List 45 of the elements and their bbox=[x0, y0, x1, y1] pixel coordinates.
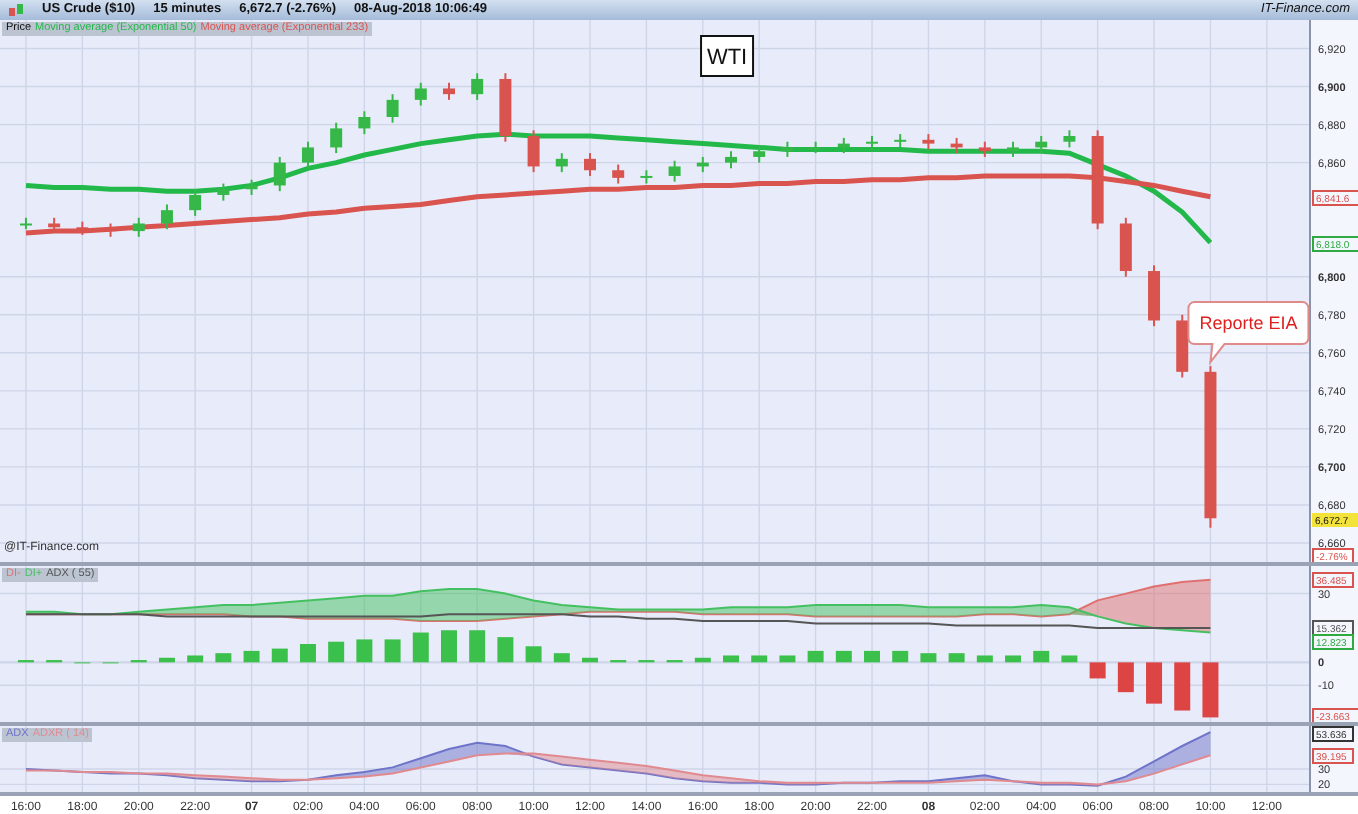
candle bbox=[132, 216, 145, 238]
candle bbox=[809, 140, 822, 155]
candle bbox=[753, 144, 766, 164]
candle bbox=[160, 203, 173, 231]
candle bbox=[922, 133, 935, 151]
candle bbox=[725, 150, 737, 170]
candle bbox=[640, 169, 653, 185]
candle bbox=[866, 135, 878, 151]
candle bbox=[104, 222, 117, 238]
candle bbox=[950, 136, 963, 155]
candle bbox=[612, 163, 625, 185]
candle bbox=[358, 110, 371, 136]
candle bbox=[1035, 135, 1048, 155]
candle bbox=[555, 152, 568, 174]
candle bbox=[781, 140, 794, 158]
candle bbox=[189, 188, 202, 217]
candle bbox=[443, 81, 455, 101]
candle bbox=[330, 121, 343, 155]
candle bbox=[1119, 216, 1132, 278]
candle bbox=[217, 182, 230, 202]
candle bbox=[584, 152, 596, 177]
candle bbox=[978, 140, 991, 158]
candle bbox=[1176, 313, 1189, 379]
candle bbox=[1148, 264, 1161, 328]
candle bbox=[414, 81, 427, 107]
candle bbox=[386, 93, 399, 124]
candle bbox=[696, 155, 709, 174]
candle bbox=[894, 133, 907, 149]
candle bbox=[48, 216, 61, 234]
candle bbox=[527, 129, 540, 174]
chart-title: WTI bbox=[700, 35, 755, 77]
candles-icon bbox=[8, 2, 24, 18]
candle bbox=[668, 159, 681, 183]
candle bbox=[301, 140, 314, 170]
candle bbox=[19, 216, 32, 231]
callout: Reporte EIA bbox=[1187, 301, 1310, 364]
candle bbox=[837, 136, 850, 155]
candle bbox=[1007, 140, 1020, 158]
candle bbox=[1063, 129, 1076, 149]
candle bbox=[76, 220, 89, 236]
candle bbox=[273, 155, 286, 193]
annotation: Reporte EIA bbox=[1199, 313, 1298, 334]
candle bbox=[245, 178, 258, 196]
candle bbox=[499, 72, 512, 143]
candle bbox=[471, 72, 484, 101]
